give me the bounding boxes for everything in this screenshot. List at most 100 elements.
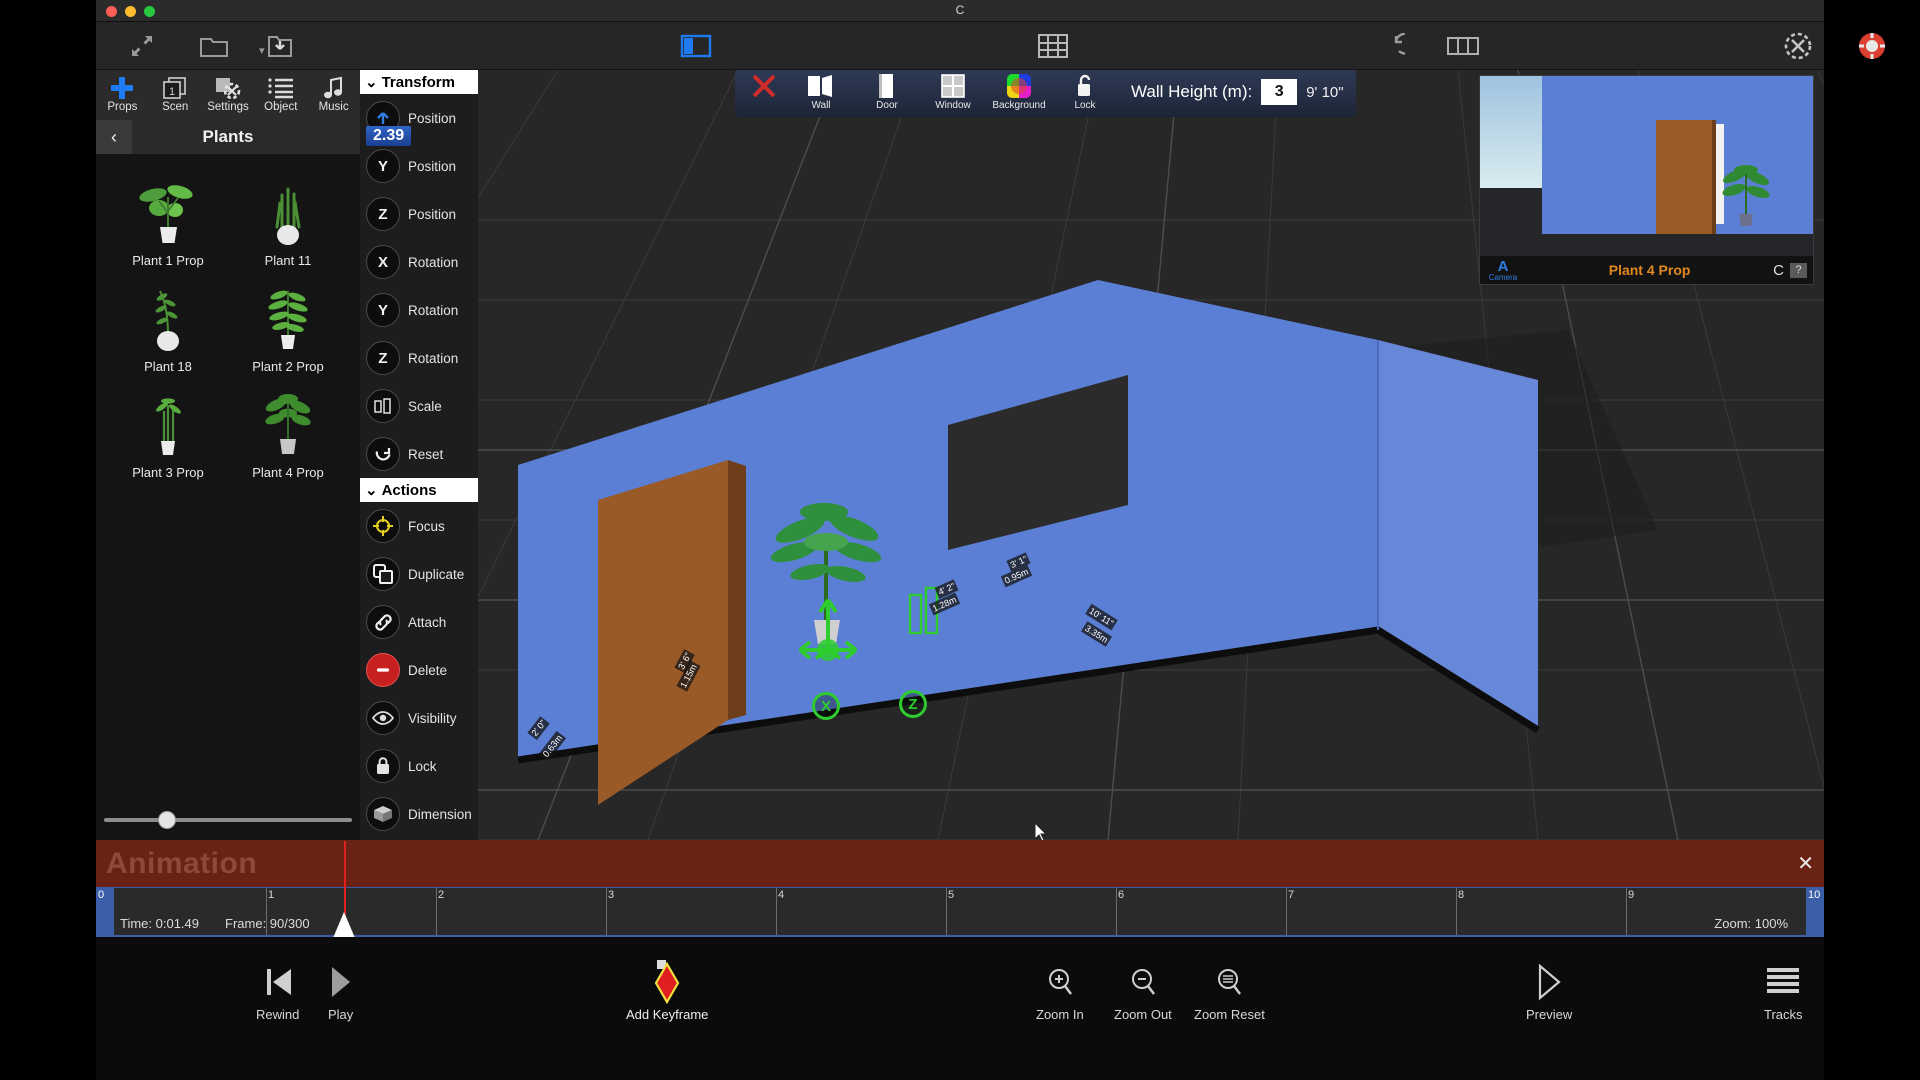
- plant-thumbnail: [128, 177, 208, 251]
- action-focus[interactable]: Focus: [360, 502, 478, 550]
- timeline-end-marker[interactable]: 10: [1806, 888, 1824, 935]
- transform-label: Reset: [408, 446, 444, 462]
- action-label: Lock: [408, 758, 437, 774]
- camera-letter: A: [1497, 257, 1509, 275]
- slider-knob[interactable]: [158, 811, 176, 829]
- wall-tool-button[interactable]: Wall: [795, 73, 847, 111]
- undo-icon[interactable]: [1368, 28, 1412, 64]
- action-delete[interactable]: Delete: [360, 646, 478, 694]
- eye-icon[interactable]: [366, 701, 400, 735]
- zoom-reset-button[interactable]: Zoom Reset: [1194, 961, 1265, 1022]
- folder-import-icon[interactable]: ▾: [254, 28, 298, 64]
- playhead-handle[interactable]: [333, 912, 355, 938]
- transform-row-z-rotation[interactable]: Z Rotation: [360, 334, 478, 382]
- action-visibility[interactable]: Visibility: [360, 694, 478, 742]
- wall-toolbar-close-button[interactable]: [747, 73, 781, 99]
- duplicate-icon[interactable]: [366, 557, 400, 591]
- reset-icon[interactable]: [366, 437, 400, 471]
- lock-open-icon: [1074, 73, 1096, 99]
- library-item[interactable]: Plant 2 Prop: [230, 274, 346, 374]
- action-attach[interactable]: Attach: [360, 598, 478, 646]
- tracks-button[interactable]: Tracks: [1764, 961, 1803, 1022]
- timeline-playhead[interactable]: [333, 841, 355, 938]
- settings-gear-icon[interactable]: [1776, 28, 1820, 64]
- close-icon[interactable]: [750, 73, 778, 99]
- tab-object[interactable]: Object: [254, 70, 307, 120]
- timeline-tick: 4: [776, 888, 784, 935]
- add-keyframe-button[interactable]: Add Keyframe: [626, 960, 708, 1022]
- library-grid: Plant 1 Prop Plant 11 Plant 18 Plant 2 P…: [96, 160, 360, 794]
- tab-music[interactable]: Music: [307, 70, 360, 120]
- preview-mode-letter[interactable]: C: [1773, 262, 1784, 279]
- action-duplicate[interactable]: Duplicate: [360, 550, 478, 598]
- delete-minus-icon[interactable]: [366, 653, 400, 687]
- wall-height-label: Wall Height (m):: [1131, 82, 1253, 101]
- actions-header[interactable]: ⌄ Actions: [360, 478, 478, 502]
- zoom-in-label: Zoom In: [1036, 1007, 1084, 1022]
- library-item-label: Plant 2 Prop: [252, 359, 324, 374]
- window-tool-button[interactable]: Window: [927, 73, 979, 111]
- z-rotation-icon[interactable]: Z: [366, 341, 400, 375]
- action-dimension[interactable]: Dimension: [360, 790, 478, 838]
- tick-label: 2: [438, 889, 445, 901]
- zoom-in-button[interactable]: Zoom In: [1036, 961, 1084, 1022]
- rewind-button[interactable]: Rewind: [256, 961, 299, 1022]
- viewport-3d[interactable]: X Y Z 3' 6" 1.15m 2' 0" 0.63m 4' 2" 1.28…: [478, 70, 1824, 840]
- tab-settings[interactable]: Settings: [202, 70, 255, 120]
- wall-height-group: Wall Height (m): 3 9' 10": [1131, 79, 1344, 105]
- transform-row-scale[interactable]: Scale: [360, 382, 478, 430]
- focus-target-icon[interactable]: [366, 509, 400, 543]
- camera-preview-panel[interactable]: A Camera Plant 4 Prop C ?: [1479, 75, 1814, 285]
- y-axis-icon[interactable]: Y: [366, 149, 400, 183]
- tab-scenes[interactable]: 1 Scen: [149, 70, 202, 120]
- lock-tool-button[interactable]: Lock: [1059, 73, 1111, 111]
- filmstrip-icon[interactable]: [1441, 28, 1485, 64]
- expand-icon[interactable]: [120, 28, 164, 64]
- timeline-start-marker[interactable]: 0: [96, 888, 114, 935]
- wall-height-input[interactable]: 3: [1261, 79, 1298, 105]
- x-rotation-icon[interactable]: X: [366, 245, 400, 279]
- door-tool-button[interactable]: Door: [861, 73, 913, 111]
- z-axis-icon[interactable]: Z: [366, 197, 400, 231]
- grid-icon[interactable]: [1031, 28, 1075, 64]
- play-button[interactable]: Play: [328, 961, 353, 1022]
- transform-label: Position: [408, 110, 457, 126]
- library-item[interactable]: Plant 4 Prop: [230, 380, 346, 480]
- transform-header[interactable]: ⌄ Transform: [360, 70, 478, 94]
- link-icon[interactable]: [366, 605, 400, 639]
- y-rotation-icon[interactable]: Y: [366, 293, 400, 327]
- timeline-close-button[interactable]: ✕: [1797, 851, 1814, 876]
- transform-row-reset[interactable]: Reset: [360, 430, 478, 478]
- transform-row-y-position[interactable]: Y Position: [360, 142, 478, 190]
- zoom-out-button[interactable]: Zoom Out: [1114, 961, 1172, 1022]
- dimension-box-icon[interactable]: [366, 797, 400, 831]
- timeline-ruler[interactable]: 0 1 2 3 4 5 6 7 8 9 10 Time: 0:01.49 Fra…: [96, 841, 1824, 938]
- library-title: Plants: [202, 127, 254, 146]
- library-back-button[interactable]: ‹: [96, 120, 132, 154]
- tick-label: 6: [1118, 889, 1125, 901]
- transform-row-z-position[interactable]: Z Position: [360, 190, 478, 238]
- gizmo-axis-z[interactable]: Z: [899, 690, 927, 718]
- transform-row-x-rotation[interactable]: X Rotation: [360, 238, 478, 286]
- door-tool-label: Door: [876, 100, 898, 111]
- plant-thumbnail: [128, 389, 208, 463]
- scale-icon[interactable]: [366, 389, 400, 423]
- library-size-slider[interactable]: [104, 811, 352, 829]
- gizmo-axis-x[interactable]: X: [812, 692, 840, 720]
- action-lock[interactable]: Lock: [360, 742, 478, 790]
- library-item[interactable]: Plant 3 Prop: [110, 380, 226, 480]
- help-icon[interactable]: ?: [1790, 262, 1807, 278]
- transform-row-y-rotation[interactable]: Y Rotation: [360, 286, 478, 334]
- library-item[interactable]: Plant 18: [110, 274, 226, 374]
- lock-icon[interactable]: [366, 749, 400, 783]
- panel-toggle-icon[interactable]: [674, 28, 718, 64]
- library-item[interactable]: Plant 11: [230, 168, 346, 268]
- tab-props[interactable]: Props: [96, 70, 149, 120]
- background-tool-button[interactable]: Background: [992, 73, 1046, 111]
- help-lifering-icon[interactable]: [1850, 28, 1894, 64]
- folder-open-icon[interactable]: [192, 28, 236, 64]
- lock-tool-label: Lock: [1074, 100, 1096, 111]
- library-item[interactable]: Plant 1 Prop: [110, 168, 226, 268]
- action-label: Attach: [408, 614, 447, 630]
- preview-button[interactable]: Preview: [1526, 961, 1572, 1022]
